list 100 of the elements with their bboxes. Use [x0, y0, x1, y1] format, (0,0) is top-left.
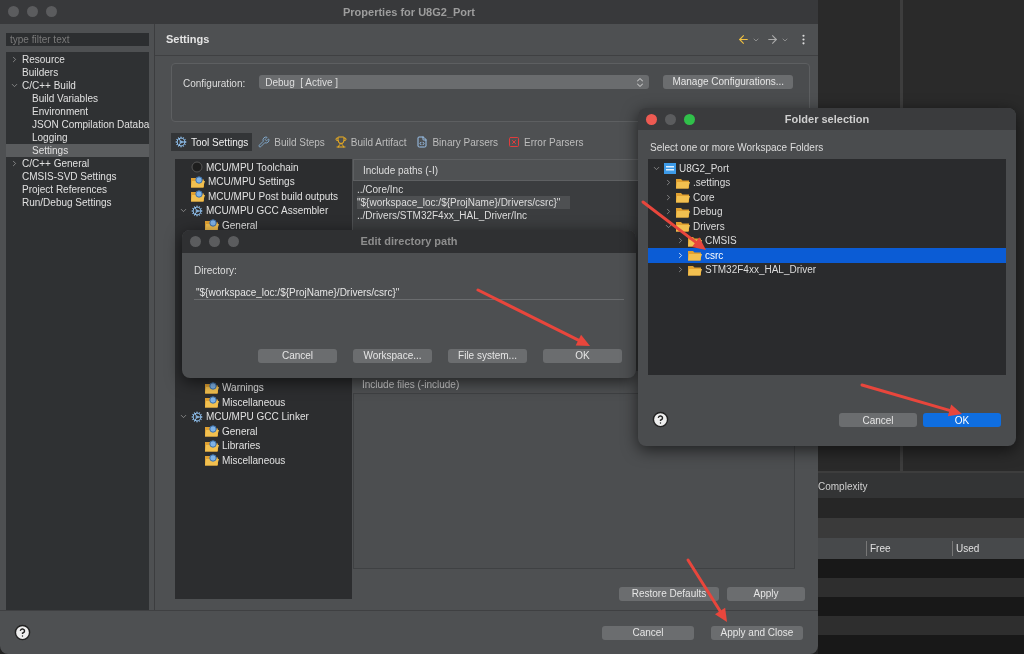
chevron-right-icon[interactable]: [10, 159, 19, 168]
include-path[interactable]: ../Core/Inc: [357, 183, 414, 196]
window-zoom-button[interactable]: [228, 236, 239, 247]
gear-icon: [191, 204, 203, 217]
chevron-right-icon[interactable]: [664, 178, 673, 188]
dialog-button[interactable]: Cancel: [839, 412, 917, 427]
project-icon: [664, 162, 676, 174]
manage-configurations-button[interactable]: Manage Configurations...: [663, 75, 794, 89]
configuration-select[interactable]: Debug [ Active ]: [259, 75, 650, 89]
tab[interactable]: Tool Settings: [171, 133, 253, 151]
tool-tree-label: MCU/MPU GCC Assembler: [206, 204, 329, 219]
folder-tree-item[interactable]: csrc: [648, 248, 1006, 263]
window-minimize-button[interactable]: [27, 6, 38, 17]
help-icon[interactable]: [14, 624, 31, 641]
nav-item[interactable]: Run/Debug Settings: [6, 196, 149, 209]
folder-label: CMSIS: [705, 234, 737, 249]
gear-icon: [175, 136, 187, 148]
forward-arrow-icon[interactable]: [766, 33, 779, 46]
chevron-right-icon[interactable]: [676, 265, 685, 275]
window-minimize-button[interactable]: [665, 114, 676, 125]
folder-tree-item[interactable]: Debug: [648, 204, 1006, 219]
chevron-right-icon[interactable]: [664, 207, 673, 217]
nav-item[interactable]: CMSIS-SVD Settings: [6, 170, 149, 183]
chevron-right-icon[interactable]: [676, 236, 685, 246]
back-arrow-icon[interactable]: [737, 33, 750, 46]
tool-tree-item[interactable]: Miscellaneous: [175, 453, 352, 468]
tab[interactable]: Error Parsers: [504, 133, 588, 151]
nav-item[interactable]: Project References: [6, 183, 149, 196]
nav-item[interactable]: C/C++ Build: [6, 79, 149, 92]
tool-tree-item[interactable]: MCU/MPU Settings: [175, 174, 352, 189]
column-header[interactable]: Free: [866, 541, 952, 556]
include-path[interactable]: "${workspace_loc:/${ProjName}/Drivers/csrc}": [357, 196, 571, 209]
gear-folder-icon: [205, 396, 219, 409]
folder-tree-item[interactable]: Core: [648, 190, 1006, 205]
dialog-button[interactable]: Workspace...: [353, 349, 432, 363]
tool-tree-item[interactable]: Miscellaneous: [175, 395, 352, 410]
document-icon: [416, 136, 429, 148]
folder-label: Core: [693, 190, 715, 205]
dialog-button[interactable]: OK: [543, 349, 622, 363]
help-icon[interactable]: [652, 411, 669, 428]
gear-folder-icon: [205, 219, 219, 232]
tool-tree-item[interactable]: General: [175, 218, 352, 233]
dialog-title: Edit directory path: [360, 234, 458, 250]
window-close-button[interactable]: [646, 114, 657, 125]
include-path[interactable]: ../Drivers/STM32F4xx_HAL_Driver/Inc: [357, 209, 538, 222]
dialog-button[interactable]: OK: [923, 412, 1001, 427]
include-files-header: Include files (-include): [362, 378, 460, 392]
window-close-button[interactable]: [8, 6, 19, 17]
tool-tree-item[interactable]: MCU/MPU Post build outputs: [175, 189, 352, 204]
apply-and-close-button[interactable]: Apply and Close: [711, 625, 803, 640]
nav-item[interactable]: Logging: [6, 131, 149, 144]
cancel-button[interactable]: Cancel: [602, 625, 694, 640]
chevron-right-icon[interactable]: [10, 55, 19, 64]
sphere-icon: [191, 161, 203, 174]
window-zoom-button[interactable]: [684, 114, 695, 125]
nav-item[interactable]: Build Variables: [6, 92, 149, 105]
tab[interactable]: Binary Parsers: [412, 133, 503, 151]
folder-icon: [676, 191, 690, 204]
folder-tree-item[interactable]: STM32F4xx_HAL_Driver: [648, 262, 1006, 277]
tool-tree-label: MCU/MPU Toolchain: [206, 160, 299, 175]
tool-tree-item[interactable]: Warnings: [175, 380, 352, 395]
nav-item[interactable]: Builders: [6, 66, 149, 79]
dialog-button[interactable]: File system...: [448, 349, 527, 363]
directory-label: Directory:: [194, 264, 238, 278]
window-title: Properties for U8G2_Port: [342, 4, 475, 20]
tab[interactable]: Build Artifact: [330, 133, 411, 151]
tool-tree-item[interactable]: General: [175, 424, 352, 439]
nav-item[interactable]: Environment: [6, 105, 149, 118]
tool-tree-label: MCU/MPU GCC Linker: [206, 410, 309, 425]
nav-item[interactable]: Settings: [6, 144, 149, 157]
tool-tree-item[interactable]: MCU/MPU GCC Assembler: [175, 203, 352, 218]
folder-icon: [676, 205, 690, 218]
directory-field[interactable]: "${workspace_loc:/${ProjName}/Drivers/csrc}": [194, 285, 624, 300]
filter-field[interactable]: type filter text: [6, 33, 149, 46]
panel-tab[interactable]: Complexity: [818, 478, 868, 494]
nav-item[interactable]: C/C++ General: [6, 157, 149, 170]
nav-item[interactable]: Resource: [6, 53, 149, 66]
restore-defaults-button[interactable]: Restore Defaults: [619, 587, 719, 601]
chevron-right-icon[interactable]: [676, 250, 685, 260]
column-header[interactable]: Used: [952, 541, 1024, 556]
tool-tree-item[interactable]: Libraries: [175, 438, 352, 453]
window-minimize-button[interactable]: [209, 236, 220, 247]
tool-tree-label: General: [222, 424, 258, 439]
gear-folder-icon: [205, 381, 219, 394]
gear-folder-icon: [205, 439, 219, 452]
select-arrows-icon: [637, 77, 644, 87]
apply-button[interactable]: Apply: [727, 587, 805, 601]
chevron-down-icon[interactable]: [10, 81, 19, 90]
nav-item[interactable]: JSON Compilation Databa: [6, 118, 149, 131]
tool-tree-item[interactable]: MCU/MPU GCC Linker: [175, 409, 352, 424]
tab[interactable]: Build Steps: [254, 133, 329, 151]
gear-folder-icon: [205, 454, 219, 467]
dialog-prompt: Select one or more Workspace Folders: [649, 141, 825, 155]
window-close-button[interactable]: [190, 236, 201, 247]
tool-tree-item[interactable]: MCU/MPU Toolchain: [175, 160, 352, 175]
tool-tree-label: MCU/MPU Settings: [208, 175, 295, 190]
folder-icon: [688, 249, 702, 262]
dialog-button[interactable]: Cancel: [258, 349, 337, 363]
chevron-right-icon[interactable]: [664, 192, 673, 202]
folder-tree-item[interactable]: Drivers: [648, 219, 1006, 234]
